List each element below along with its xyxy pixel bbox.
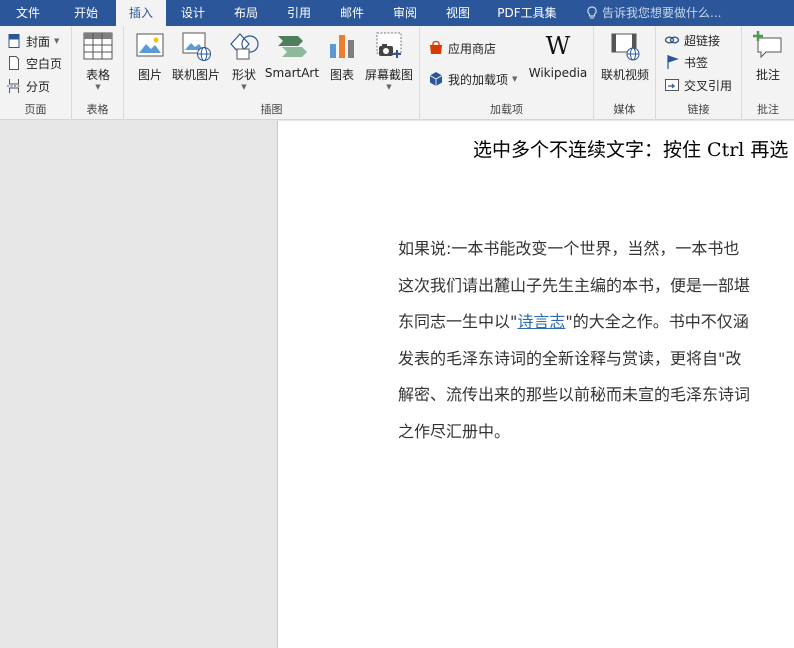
tell-me-text: 告诉我您想要做什么... — [602, 6, 722, 20]
chevron-down-icon: ▼ — [386, 83, 392, 91]
wikipedia-button[interactable]: W Wikipedia — [526, 30, 590, 80]
group-label-pages: 页面 — [24, 103, 47, 116]
document-page[interactable]: 选中多个不连续文字：按住 Ctrl 再选 如果说:一本书能改变一个世界，当然，一… — [277, 121, 794, 648]
document-left-margin-area — [0, 121, 277, 648]
line-text: 东同志一生中以" — [398, 312, 518, 331]
online-picture-button[interactable]: 联机图片 — [170, 30, 222, 83]
document-heading: 选中多个不连续文字：按住 Ctrl 再选 — [473, 139, 789, 161]
tab-review[interactable]: 审阅 — [378, 0, 432, 26]
chart-icon — [330, 35, 354, 58]
chevron-down-icon: ▼ — [95, 83, 101, 91]
group-media: 联机视频 媒体 — [594, 26, 656, 120]
ribbon-tab-bar: 文件 开始 插入 设计 布局 引用 邮件 审阅 视图 PDF工具集 告诉我您想要… — [0, 0, 794, 26]
group-label-illustrations: 插图 — [260, 103, 283, 116]
group-label-media: 媒体 — [613, 103, 636, 116]
paragraph-line: 东同志一生中以"诗言志"的大全之作。书中不仅涵 — [398, 304, 794, 341]
page-break-icon — [7, 79, 21, 93]
tell-me-box[interactable]: 告诉我您想要做什么... — [586, 0, 721, 26]
comment-icon — [753, 31, 782, 59]
online-video-button[interactable]: 联机视频 — [599, 30, 651, 83]
chevron-down-icon: ▼ — [54, 37, 60, 45]
wikipedia-icon: W — [546, 32, 571, 60]
blank-page-button[interactable]: 空白页 — [6, 53, 62, 73]
table-icon — [83, 32, 113, 60]
page-break-button[interactable]: 分页 — [6, 76, 50, 96]
screenshot-icon — [376, 32, 402, 58]
group-label-tables: 表格 — [86, 103, 109, 116]
group-links: 超链接 书签 交叉引用 链接 — [656, 26, 742, 120]
online-video-icon — [611, 33, 640, 61]
new-comment-button[interactable]: 批注 — [750, 30, 786, 83]
group-label-addins: 加载项 — [490, 103, 523, 116]
tab-layout[interactable]: 布局 — [220, 0, 272, 26]
group-illustrations: 图片 联机图片 形状 ▼ SmartArt 图表 屏幕截图 ▼ 插图 — [124, 26, 420, 120]
shapes-icon — [230, 33, 259, 60]
shapes-button[interactable]: 形状 ▼ — [228, 30, 260, 91]
ribbon: 封面 ▼ 空白页 分页 页面 表格 ▼ 表格 图片 联机图片 形状 ▼ Smar… — [0, 26, 794, 120]
hyperlink-button[interactable]: 超链接 — [664, 30, 720, 50]
svg-text:W: W — [546, 32, 571, 60]
picture-icon — [136, 33, 164, 57]
link-icon — [664, 36, 680, 44]
tab-home[interactable]: 开始 — [56, 0, 116, 26]
group-addins: 应用商店 我的加载项 ▼ W Wikipedia 加载项 — [420, 26, 594, 120]
online-picture-icon — [182, 32, 211, 61]
smartart-button[interactable]: SmartArt — [264, 30, 320, 80]
picture-button[interactable]: 图片 — [134, 30, 166, 83]
cross-reference-icon — [665, 79, 679, 91]
my-addins-button[interactable]: 我的加载项 ▼ — [428, 69, 517, 89]
cover-page-icon — [8, 34, 20, 48]
group-pages: 封面 ▼ 空白页 分页 页面 — [0, 26, 72, 120]
tab-pdf-tools[interactable]: PDF工具集 — [484, 0, 570, 26]
bookmark-icon — [667, 55, 679, 69]
document-paragraph[interactable]: 如果说:一本书能改变一个世界，当然，一本书也 这次我们请出麓山子先生主编的本书，… — [398, 231, 794, 450]
paragraph-line: 发表的毛泽东诗词的全新诠释与赏读，更将自"改 — [398, 348, 742, 368]
bookmark-button[interactable]: 书签 — [664, 52, 708, 72]
paragraph-line: 之作尽汇册中。 — [398, 421, 511, 441]
paragraph-line: 这次我们请出麓山子先生主编的本书，便是一部堪 — [398, 275, 751, 295]
group-comments: 批注 批注 — [742, 26, 794, 120]
group-label-comments: 批注 — [757, 103, 779, 116]
smartart-icon — [278, 36, 307, 57]
hyperlink-text[interactable]: 诗言志 — [517, 312, 565, 331]
group-tables: 表格 ▼ 表格 — [72, 26, 124, 120]
my-addins-icon — [429, 72, 443, 86]
tab-insert[interactable]: 插入 — [116, 0, 166, 26]
tab-view[interactable]: 视图 — [432, 0, 484, 26]
tab-mailings[interactable]: 邮件 — [326, 0, 378, 26]
blank-page-icon — [9, 56, 19, 70]
table-button[interactable]: 表格 ▼ — [82, 30, 114, 91]
tab-design[interactable]: 设计 — [166, 0, 220, 26]
paragraph-line: 解密、流传出来的那些以前秘而未宣的毛泽东诗词 — [398, 385, 751, 404]
lightbulb-icon — [587, 6, 597, 19]
paragraph-line: 如果说:一本书能改变一个世界，当然，一本书也 — [398, 239, 740, 258]
chevron-down-icon: ▼ — [241, 83, 247, 91]
screenshot-button[interactable]: 屏幕截图 ▼ — [362, 30, 416, 91]
tab-references[interactable]: 引用 — [272, 0, 326, 26]
line-text: "的大全之作。书中不仅涵 — [565, 312, 749, 331]
store-button[interactable]: 应用商店 — [428, 38, 496, 58]
store-icon — [430, 40, 442, 54]
chevron-down-icon: ▼ — [512, 75, 518, 83]
cross-reference-button[interactable]: 交叉引用 — [664, 75, 732, 95]
tab-file[interactable]: 文件 — [0, 0, 56, 26]
chart-button[interactable]: 图表 — [326, 30, 358, 83]
cover-page-button[interactable]: 封面 ▼ — [6, 31, 59, 51]
group-label-links: 链接 — [687, 103, 710, 116]
